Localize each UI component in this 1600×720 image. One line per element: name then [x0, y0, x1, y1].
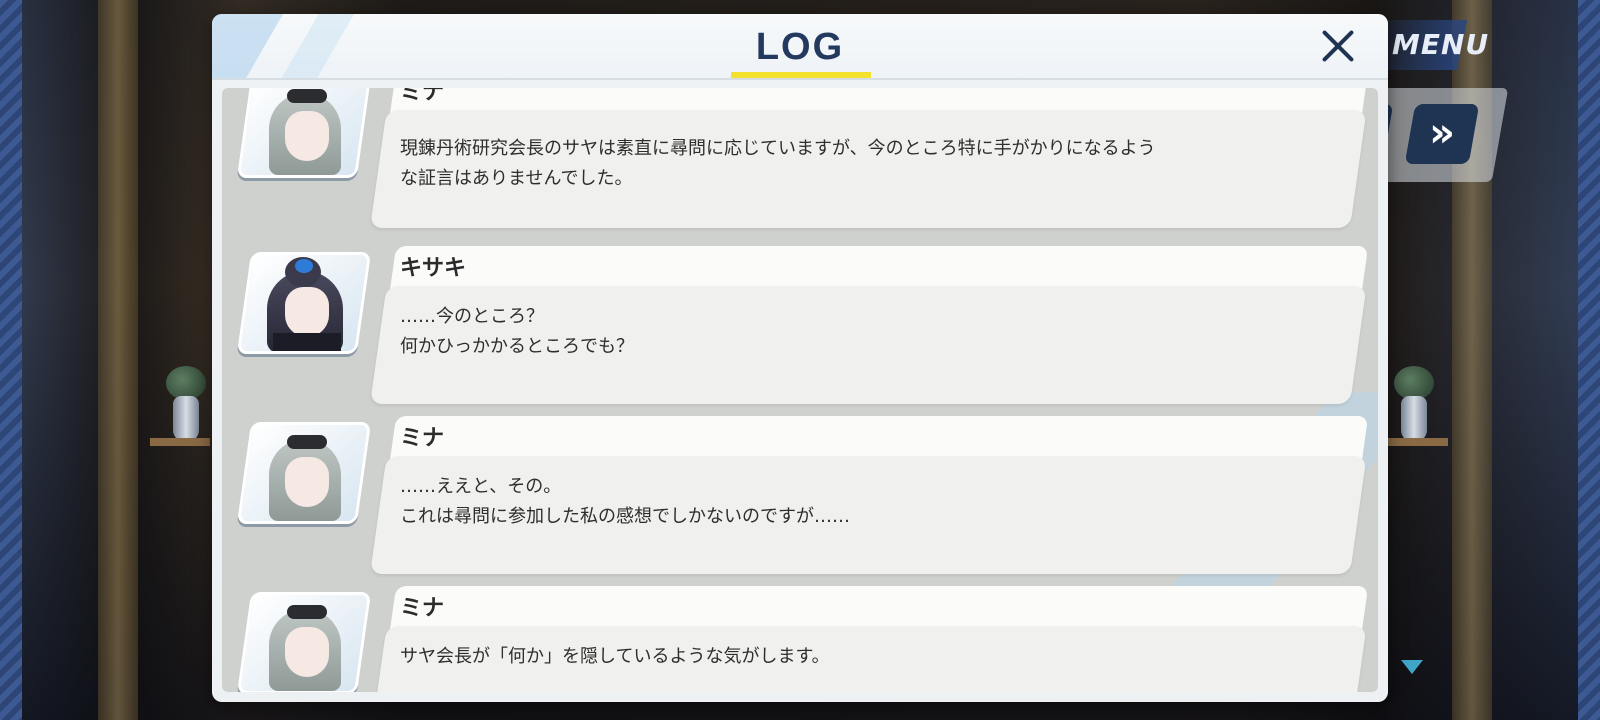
portrait-face [285, 627, 329, 677]
speaker-name-tag [390, 246, 1369, 290]
left-shelf [150, 438, 210, 446]
left-plant [166, 366, 206, 400]
message-line: な証言はありませんでした。 [400, 168, 633, 189]
log-entry: ミナ 現錬丹術研究会長のサヤは素直に尋問に応じていますが、今のところ特に手がかり… [222, 88, 1378, 228]
log-entry: ミナ ……ええと、その。 これは尋問に参加した私の感想でしかないのですが…… [222, 416, 1378, 574]
speaker-name: ミナ [400, 88, 445, 105]
sunglasses-icon [287, 605, 327, 619]
message-line: これは尋問に参加した私の感想でしかないのですが…… [400, 506, 850, 527]
avatar-kisaki [236, 252, 372, 354]
log-scroll-area[interactable]: ミナ 現錬丹術研究会長のサヤは素直に尋問に応じていますが、今のところ特に手がかり… [222, 88, 1378, 692]
dialog-title: LOG [755, 26, 845, 68]
sunglasses-icon [287, 435, 327, 449]
message-line: 現錬丹術研究会長のサヤは素直に尋問に応じていますが、今のところ特に手がかりになる… [400, 138, 1156, 159]
butterfly-icon [295, 259, 313, 273]
speaker-name-tag [390, 586, 1369, 630]
message-line: サヤ会長が「何か」を隠しているような気がします。 [400, 646, 830, 667]
speaker-name: ミナ [400, 596, 445, 621]
sunglasses-icon [287, 89, 327, 103]
right-border-stripe [1578, 0, 1600, 720]
portrait-face [285, 287, 329, 337]
portrait-dress [273, 333, 341, 354]
next-indicator-icon [1401, 660, 1423, 674]
dialog-header: LOG [212, 14, 1388, 80]
avatar-mina [236, 88, 372, 178]
log-entry: キサキ ……今のところ？ 何かひっかかるところでも？ [222, 246, 1378, 404]
right-plant [1394, 366, 1434, 400]
title-underline [731, 72, 871, 78]
speaker-name-tag [390, 416, 1369, 460]
right-vase [1401, 396, 1427, 442]
menu-label[interactable]: MENU [1392, 28, 1489, 61]
speaker-name: キサキ [400, 256, 467, 281]
left-vase [173, 396, 199, 442]
avatar-mina [236, 422, 372, 524]
portrait-face [285, 457, 329, 507]
avatar-mina [236, 592, 372, 692]
left-border-stripe [0, 0, 22, 720]
right-shelf [1388, 438, 1448, 446]
message-line: ……今のところ？ [400, 306, 544, 327]
log-dialog: LOG ミナ 現錬丹術研究会長のサヤは素直に尋問に応じていますが、今のところ特に… [212, 14, 1388, 702]
fast-forward-button[interactable]: » [1404, 104, 1480, 164]
close-icon[interactable] [1316, 24, 1360, 68]
speaker-name: ミナ [400, 426, 445, 451]
fast-forward-icon: » [1429, 110, 1456, 156]
log-entry: ミナ サヤ会長が「何か」を隠しているような気がします。 [222, 586, 1378, 692]
message-line: 何かひっかかるところでも？ [400, 336, 634, 357]
left-pillar [98, 0, 138, 720]
message-line: ……ええと、その。 [400, 476, 562, 497]
portrait-face [285, 111, 329, 161]
